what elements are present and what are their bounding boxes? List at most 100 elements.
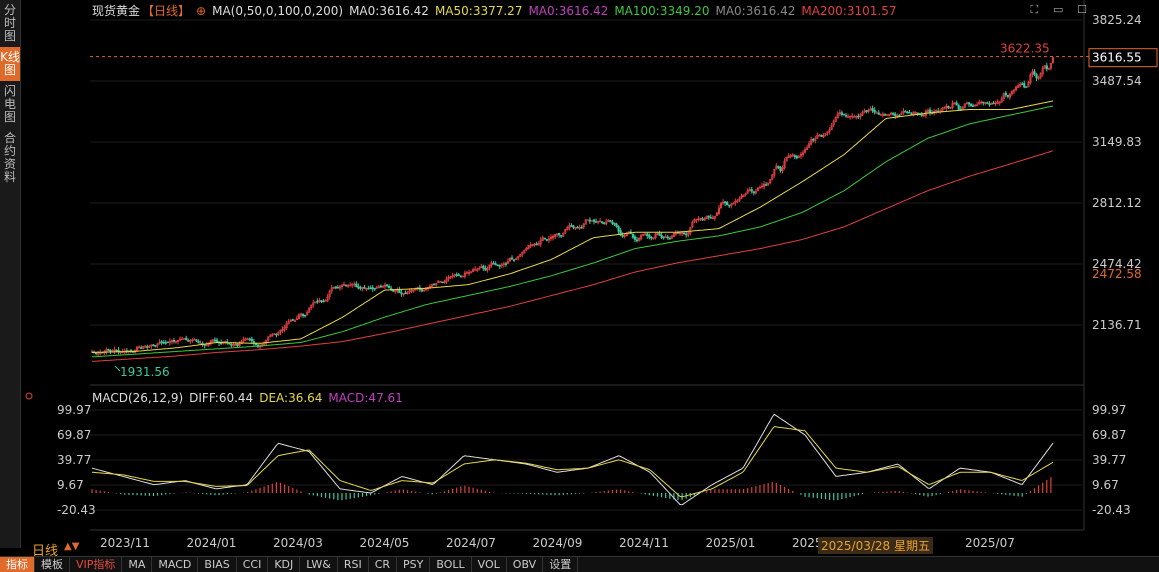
ma-config[interactable]: MA(0,50,0,100,0,200) [212,4,343,18]
candle-body [1025,86,1028,88]
candle-body [683,232,686,235]
candle-body [162,341,165,344]
candle-body [363,287,366,289]
candle-body [609,220,612,223]
candle-body [877,112,880,115]
candle-body [873,110,876,113]
period-arrows-icon[interactable]: ▲▼ [64,541,79,552]
candle-body [885,114,889,117]
candle-body [1021,83,1024,85]
tab-vol[interactable]: VOL [472,557,507,572]
candle-body [580,226,583,229]
macd-title[interactable]: MACD(26,12,9) [92,391,183,405]
macd-settings-icon [25,392,33,400]
candle-body [379,285,383,288]
macd-y-tick-label-left: 69.87 [57,428,91,442]
candle-body [355,283,358,287]
tab-boll[interactable]: BOLL [430,557,472,572]
candle-body [576,226,579,229]
candle-body [621,235,624,237]
x-tick-label: 2024/09 [533,536,583,550]
tab-vip指标[interactable]: VIP指标 [70,557,123,572]
x-tick-label: 2024/05 [360,536,410,550]
candle-body [140,347,143,349]
tab-lw&[interactable]: LW& [300,557,338,572]
candle-body [164,342,167,344]
candle-body [908,111,911,114]
tab-obv[interactable]: OBV [507,557,544,572]
candle-body [971,105,975,107]
x-tick-label: 2025/01 [706,536,756,550]
tab-rsi[interactable]: RSI [338,557,369,572]
tab-bias[interactable]: BIAS [198,557,237,572]
candle-body [685,233,688,236]
candle-body [707,215,710,218]
candle-body [631,233,635,238]
candle-body [570,225,573,227]
tab-kdj[interactable]: KDJ [268,557,301,572]
candle-body [344,284,348,287]
macd-y-tick-label-left: 39.77 [57,453,91,467]
candle-body [635,239,639,242]
main-legend: 现货黄金 【日线】 ⊕ MA(0,50,0,100,0,200) MA0:3616.42… [92,2,908,19]
tab-ma[interactable]: MA [122,557,153,572]
close-icon[interactable]: ☐ [1075,3,1089,17]
x-tick-label: 2025/07 [965,536,1015,550]
candle-body [1006,94,1009,97]
candle-body [820,134,823,137]
legend-item: MA0:3616.42 [715,4,796,18]
candle-body [666,236,669,239]
candle-body [512,259,516,261]
candle-body [904,110,907,113]
macd-legend-item: MACD:47.61 [328,391,403,405]
candle-body [728,204,731,207]
legend-item: MA50:3377.27 [434,4,523,18]
period-tag[interactable]: 【日线】 [142,4,190,18]
candle-body [482,265,485,269]
tab-psy[interactable]: PSY [397,557,431,572]
y-tick-label: 2812.12 [1092,196,1142,210]
candle-body [777,165,780,168]
candle-body [793,155,796,157]
candle-body [592,219,596,222]
indicator-tab-bar: 指标 模板 VIP指标 MA MACD BIAS CCI KDJ LW& RSI CR PSY BOLL… [0,556,1159,572]
candle-body [160,341,163,344]
candle-body [420,289,423,292]
candle-body [322,300,325,303]
candle-body [615,223,618,227]
candle-body [764,184,768,186]
candle-body [752,191,755,194]
tab-cr[interactable]: CR [369,557,398,572]
candle-body [920,114,923,116]
candle-body [172,340,176,342]
candle-body [986,102,989,105]
candle-body [484,267,487,271]
restore-icon[interactable]: ▭ [1051,3,1065,17]
tab-指标[interactable]: 指标 [0,557,35,572]
candle-body [433,283,436,286]
candle-body [590,220,594,222]
macd-y-tick-label-left: 9.67 [57,478,84,492]
y-tick-label: 3487.54 [1092,74,1142,88]
tab-cci[interactable]: CCI [237,557,269,572]
candle-body [357,286,360,289]
tab-设置[interactable]: 设置 [543,557,579,572]
macd-y-tick-label-left: 99.97 [57,403,91,417]
candle-body [510,257,514,260]
candle-body [1004,92,1007,96]
candle-body [588,219,591,222]
macd-y-tick-label: 9.67 [1092,478,1119,492]
macd-legend: MACD(26,12,9) DIFF:60.44 DEA:36.64 MACD:47.… [92,391,415,405]
kline-chart[interactable]: 3825.243487.543149.832812.122474.422136.… [0,0,1159,556]
y-tick-label: 3825.24 [1092,13,1142,27]
macd-y-tick-label: 99.97 [1092,403,1126,417]
candle-body [359,287,362,289]
candle-body [404,292,407,295]
candle-body [898,114,901,117]
tab-macd[interactable]: MACD [152,557,199,572]
candle-body [812,138,815,141]
expand-icon[interactable]: ⛶ [1027,3,1041,17]
candle-body [185,337,188,341]
tab-模板[interactable]: 模板 [35,557,70,572]
settings-icon[interactable]: ⊕ [196,4,206,18]
